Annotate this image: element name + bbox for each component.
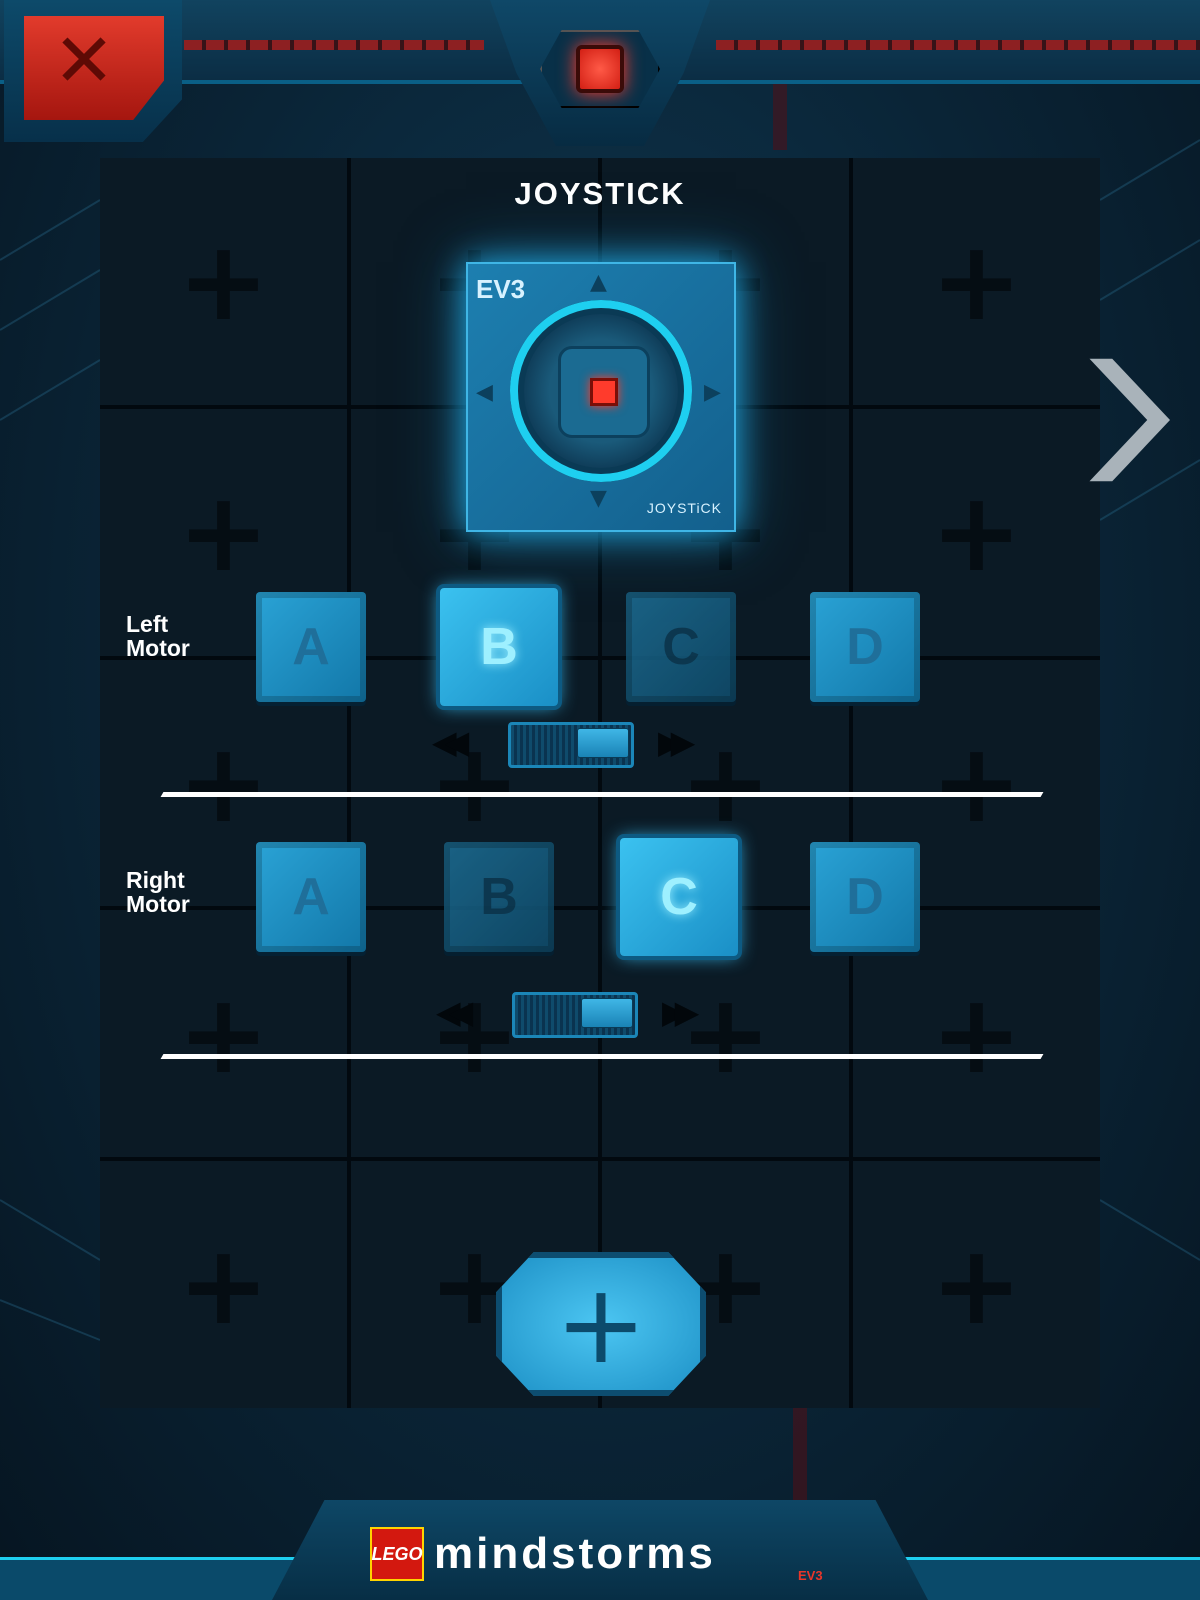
plus-icon: + [177,1220,270,1349]
plus-icon: + [679,718,772,847]
stop-icon [576,45,624,93]
widget-title: JOYSTICK [514,176,686,211]
right-motor-port-a[interactable]: A [256,842,366,952]
chevron-right-icon [1089,358,1170,482]
plus-icon: + [930,969,1023,1098]
plus-icon: + [554,1260,648,1388]
left-motor-label-line1: Left [126,611,169,637]
joystick-label: JOYSTiCK [646,500,722,516]
left-motor-port-d[interactable]: D [810,592,920,702]
grid-cell[interactable]: + [853,1161,1100,1408]
plus-icon: + [930,718,1023,847]
joystick-brand-tag: EV3 [476,274,526,304]
right-motor-direction-toggle[interactable] [512,992,638,1038]
joystick-center-icon [590,378,618,406]
plus-icon: + [177,217,270,346]
mindstorms-logo: LEGO mindstorms [370,1527,832,1581]
top-stripe-right [716,40,1200,50]
right-motor-label: Right Motor [126,868,190,916]
left-arrow-icon: ◀ [476,380,493,405]
close-button[interactable]: ✕ [4,0,182,142]
left-motor-direction-toggle[interactable] [508,722,634,768]
brand-name: mindstorms [434,1529,716,1578]
plus-icon: + [177,969,270,1098]
stop-button[interactable] [540,30,660,108]
right-motor-forward-button[interactable]: ▶▶ [656,992,699,1032]
right-motor-label-line2: Motor [126,891,190,917]
plus-icon: + [177,718,270,847]
right-motor-reverse-button[interactable]: ◀◀ [430,992,473,1032]
left-motor-port-c[interactable]: C [626,592,736,702]
grid-cell[interactable]: + [100,1161,347,1408]
section-divider [160,792,1044,797]
left-motor-label-line2: Motor [126,635,190,661]
joystick-knob[interactable] [558,346,650,438]
plus-icon: + [177,468,270,597]
add-widget-button[interactable]: + [496,1252,706,1396]
edition-tag: EV3 [798,1568,823,1583]
close-icon: ✕ [52,18,115,104]
plus-icon: + [679,969,772,1098]
right-motor-toggle-thumb[interactable] [581,998,633,1028]
section-divider [160,1054,1044,1059]
plus-icon: + [930,1220,1023,1349]
plus-icon: + [930,217,1023,346]
left-motor-reverse-button[interactable]: ◀◀ [426,722,469,762]
right-motor-port-b[interactable]: B [444,842,554,952]
close-button-face: ✕ [24,16,164,120]
right-motor-label-line1: Right [126,867,185,893]
right-motor-port-c[interactable]: C [620,838,738,956]
left-motor-port-a[interactable]: A [256,592,366,702]
left-motor-forward-button[interactable]: ▶▶ [652,722,695,762]
top-stripe-left [184,40,484,50]
lego-logo: LEGO [370,1527,424,1581]
left-motor-toggle-thumb[interactable] [577,728,629,758]
plus-icon: + [930,468,1023,597]
right-motor-port-d[interactable]: D [810,842,920,952]
left-motor-label: Left Motor [126,612,190,660]
down-arrow-icon: ▼ [590,486,607,511]
left-motor-port-b[interactable]: B [440,588,558,706]
right-arrow-icon: ▶ [704,380,721,405]
joystick-widget[interactable]: EV3 ▲ ▼ ◀ ▶ JOYSTiCK [466,262,736,532]
up-arrow-icon: ▲ [590,270,607,295]
next-page-button[interactable] [1080,350,1176,490]
